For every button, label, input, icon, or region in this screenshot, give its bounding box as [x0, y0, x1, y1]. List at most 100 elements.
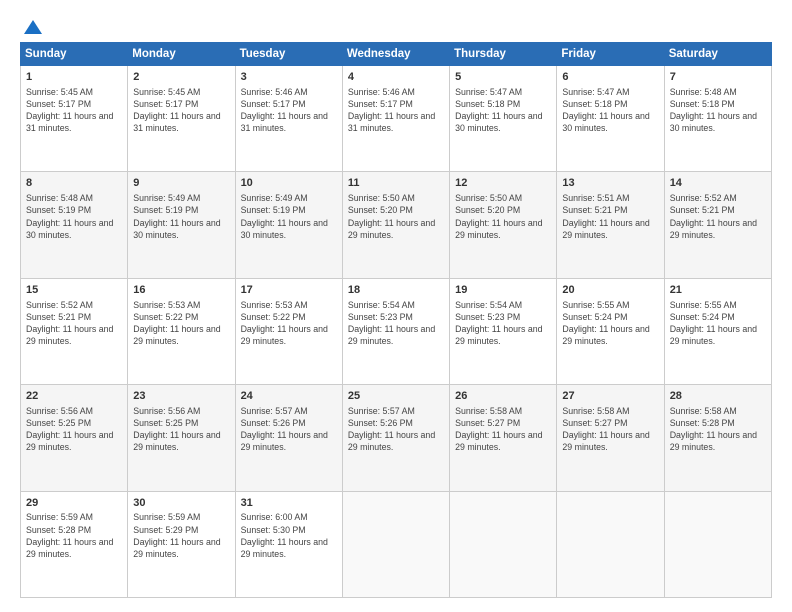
calendar-day-cell: 25 Sunrise: 5:57 AMSunset: 5:26 PMDaylig… [342, 385, 449, 491]
day-number: 26 [455, 389, 551, 404]
calendar-day-cell: 20 Sunrise: 5:55 AMSunset: 5:24 PMDaylig… [557, 278, 664, 384]
day-number: 22 [26, 389, 122, 404]
calendar-week-row: 29 Sunrise: 5:59 AMSunset: 5:28 PMDaylig… [21, 491, 772, 597]
calendar-week-row: 15 Sunrise: 5:52 AMSunset: 5:21 PMDaylig… [21, 278, 772, 384]
day-info: Sunrise: 5:57 AMSunset: 5:26 PMDaylight:… [348, 406, 435, 452]
calendar-day-cell: 14 Sunrise: 5:52 AMSunset: 5:21 PMDaylig… [664, 172, 771, 278]
day-number: 18 [348, 283, 444, 298]
day-info: Sunrise: 5:54 AMSunset: 5:23 PMDaylight:… [348, 300, 435, 346]
calendar-week-row: 8 Sunrise: 5:48 AMSunset: 5:19 PMDayligh… [21, 172, 772, 278]
day-info: Sunrise: 5:50 AMSunset: 5:20 PMDaylight:… [455, 193, 542, 239]
day-number: 9 [133, 176, 229, 191]
calendar-day-cell: 30 Sunrise: 5:59 AMSunset: 5:29 PMDaylig… [128, 491, 235, 597]
calendar-body: 1 Sunrise: 5:45 AMSunset: 5:17 PMDayligh… [21, 66, 772, 598]
day-number: 31 [241, 496, 337, 511]
day-number: 5 [455, 70, 551, 85]
weekday-header-cell: Friday [557, 43, 664, 66]
day-number: 14 [670, 176, 766, 191]
calendar-day-cell: 21 Sunrise: 5:55 AMSunset: 5:24 PMDaylig… [664, 278, 771, 384]
day-info: Sunrise: 5:59 AMSunset: 5:28 PMDaylight:… [26, 512, 113, 558]
day-info: Sunrise: 5:51 AMSunset: 5:21 PMDaylight:… [562, 193, 649, 239]
logo-text [20, 18, 44, 36]
weekday-header-cell: Sunday [21, 43, 128, 66]
weekday-header-cell: Tuesday [235, 43, 342, 66]
weekday-header-row: SundayMondayTuesdayWednesdayThursdayFrid… [21, 43, 772, 66]
calendar-day-cell: 4 Sunrise: 5:46 AMSunset: 5:17 PMDayligh… [342, 66, 449, 172]
calendar-day-cell: 16 Sunrise: 5:53 AMSunset: 5:22 PMDaylig… [128, 278, 235, 384]
calendar-day-cell: 15 Sunrise: 5:52 AMSunset: 5:21 PMDaylig… [21, 278, 128, 384]
calendar-day-cell [342, 491, 449, 597]
calendar-day-cell: 11 Sunrise: 5:50 AMSunset: 5:20 PMDaylig… [342, 172, 449, 278]
day-number: 4 [348, 70, 444, 85]
calendar-day-cell: 27 Sunrise: 5:58 AMSunset: 5:27 PMDaylig… [557, 385, 664, 491]
weekday-header-cell: Thursday [450, 43, 557, 66]
calendar-day-cell: 24 Sunrise: 5:57 AMSunset: 5:26 PMDaylig… [235, 385, 342, 491]
day-number: 25 [348, 389, 444, 404]
calendar-day-cell: 26 Sunrise: 5:58 AMSunset: 5:27 PMDaylig… [450, 385, 557, 491]
day-number: 19 [455, 283, 551, 298]
day-info: Sunrise: 5:56 AMSunset: 5:25 PMDaylight:… [133, 406, 220, 452]
calendar-week-row: 22 Sunrise: 5:56 AMSunset: 5:25 PMDaylig… [21, 385, 772, 491]
day-number: 7 [670, 70, 766, 85]
day-info: Sunrise: 5:58 AMSunset: 5:27 PMDaylight:… [562, 406, 649, 452]
calendar-day-cell: 2 Sunrise: 5:45 AMSunset: 5:17 PMDayligh… [128, 66, 235, 172]
day-info: Sunrise: 5:57 AMSunset: 5:26 PMDaylight:… [241, 406, 328, 452]
weekday-header-cell: Saturday [664, 43, 771, 66]
day-info: Sunrise: 5:47 AMSunset: 5:18 PMDaylight:… [455, 87, 542, 133]
day-number: 6 [562, 70, 658, 85]
calendar-day-cell: 31 Sunrise: 6:00 AMSunset: 5:30 PMDaylig… [235, 491, 342, 597]
day-number: 16 [133, 283, 229, 298]
day-number: 24 [241, 389, 337, 404]
day-number: 2 [133, 70, 229, 85]
calendar-day-cell: 18 Sunrise: 5:54 AMSunset: 5:23 PMDaylig… [342, 278, 449, 384]
day-info: Sunrise: 5:48 AMSunset: 5:18 PMDaylight:… [670, 87, 757, 133]
calendar-day-cell: 29 Sunrise: 5:59 AMSunset: 5:28 PMDaylig… [21, 491, 128, 597]
calendar-table: SundayMondayTuesdayWednesdayThursdayFrid… [20, 42, 772, 598]
calendar-day-cell: 6 Sunrise: 5:47 AMSunset: 5:18 PMDayligh… [557, 66, 664, 172]
day-info: Sunrise: 5:45 AMSunset: 5:17 PMDaylight:… [26, 87, 113, 133]
day-number: 29 [26, 496, 122, 511]
calendar-day-cell [664, 491, 771, 597]
logo-icon [22, 18, 44, 36]
calendar-day-cell: 23 Sunrise: 5:56 AMSunset: 5:25 PMDaylig… [128, 385, 235, 491]
logo [20, 18, 44, 34]
calendar-day-cell: 9 Sunrise: 5:49 AMSunset: 5:19 PMDayligh… [128, 172, 235, 278]
calendar-day-cell: 1 Sunrise: 5:45 AMSunset: 5:17 PMDayligh… [21, 66, 128, 172]
day-number: 13 [562, 176, 658, 191]
day-number: 20 [562, 283, 658, 298]
day-info: Sunrise: 5:55 AMSunset: 5:24 PMDaylight:… [562, 300, 649, 346]
day-info: Sunrise: 5:58 AMSunset: 5:27 PMDaylight:… [455, 406, 542, 452]
calendar-day-cell: 13 Sunrise: 5:51 AMSunset: 5:21 PMDaylig… [557, 172, 664, 278]
day-number: 10 [241, 176, 337, 191]
day-info: Sunrise: 5:49 AMSunset: 5:19 PMDaylight:… [133, 193, 220, 239]
calendar-day-cell [557, 491, 664, 597]
header [20, 18, 772, 34]
page: SundayMondayTuesdayWednesdayThursdayFrid… [0, 0, 792, 612]
day-number: 8 [26, 176, 122, 191]
calendar-day-cell: 17 Sunrise: 5:53 AMSunset: 5:22 PMDaylig… [235, 278, 342, 384]
day-number: 11 [348, 176, 444, 191]
day-info: Sunrise: 5:48 AMSunset: 5:19 PMDaylight:… [26, 193, 113, 239]
day-number: 12 [455, 176, 551, 191]
calendar-day-cell: 19 Sunrise: 5:54 AMSunset: 5:23 PMDaylig… [450, 278, 557, 384]
day-info: Sunrise: 5:45 AMSunset: 5:17 PMDaylight:… [133, 87, 220, 133]
day-info: Sunrise: 5:47 AMSunset: 5:18 PMDaylight:… [562, 87, 649, 133]
day-info: Sunrise: 6:00 AMSunset: 5:30 PMDaylight:… [241, 512, 328, 558]
day-info: Sunrise: 5:50 AMSunset: 5:20 PMDaylight:… [348, 193, 435, 239]
calendar-day-cell [450, 491, 557, 597]
calendar-day-cell: 3 Sunrise: 5:46 AMSunset: 5:17 PMDayligh… [235, 66, 342, 172]
day-info: Sunrise: 5:52 AMSunset: 5:21 PMDaylight:… [26, 300, 113, 346]
day-info: Sunrise: 5:58 AMSunset: 5:28 PMDaylight:… [670, 406, 757, 452]
calendar-week-row: 1 Sunrise: 5:45 AMSunset: 5:17 PMDayligh… [21, 66, 772, 172]
calendar-day-cell: 10 Sunrise: 5:49 AMSunset: 5:19 PMDaylig… [235, 172, 342, 278]
day-info: Sunrise: 5:46 AMSunset: 5:17 PMDaylight:… [348, 87, 435, 133]
day-number: 1 [26, 70, 122, 85]
day-info: Sunrise: 5:49 AMSunset: 5:19 PMDaylight:… [241, 193, 328, 239]
day-number: 21 [670, 283, 766, 298]
day-info: Sunrise: 5:52 AMSunset: 5:21 PMDaylight:… [670, 193, 757, 239]
day-number: 3 [241, 70, 337, 85]
day-info: Sunrise: 5:46 AMSunset: 5:17 PMDaylight:… [241, 87, 328, 133]
day-number: 15 [26, 283, 122, 298]
weekday-header-cell: Monday [128, 43, 235, 66]
day-info: Sunrise: 5:53 AMSunset: 5:22 PMDaylight:… [241, 300, 328, 346]
